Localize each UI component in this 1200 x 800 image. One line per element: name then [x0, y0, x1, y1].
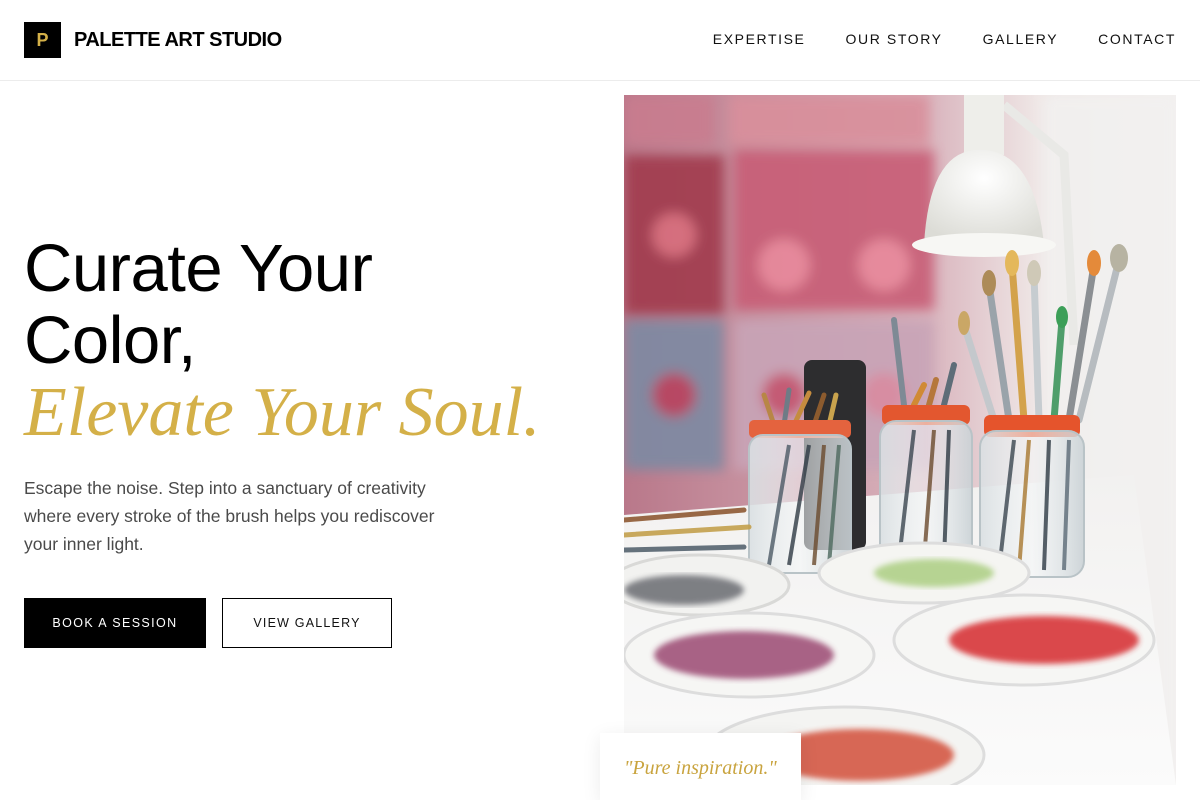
- hero-title-line-1: Curate Your: [24, 231, 373, 306]
- studio-photo-illustration: [624, 95, 1176, 785]
- hero-image: [624, 95, 1176, 785]
- nav-item-expertise[interactable]: EXPERTISE: [713, 31, 806, 47]
- nav-item-gallery[interactable]: GALLERY: [983, 31, 1059, 47]
- hero-description: Escape the noise. Step into a sanctuary …: [24, 478, 435, 554]
- hero-title-accent: Elevate Your Soul.: [24, 374, 541, 451]
- nav-item-our-story[interactable]: OUR STORY: [846, 31, 943, 47]
- book-session-button[interactable]: BOOK A SESSION: [24, 598, 206, 648]
- hero-title: Curate Your Color, Elevate Your Soul.: [24, 233, 604, 449]
- nav-item-contact[interactable]: CONTACT: [1098, 31, 1176, 47]
- logo-mark: P: [24, 22, 61, 58]
- site-header: P PALETTE ART STUDIO EXPERTISE OUR STORY…: [0, 0, 1200, 81]
- brand-name: PALETTE ART STUDIO: [74, 28, 282, 51]
- quote-card: "Pure inspiration.": [600, 733, 801, 800]
- main-nav: EXPERTISE OUR STORY GALLERY CONTACT: [713, 31, 1176, 47]
- brand-logo[interactable]: P PALETTE ART STUDIO: [24, 22, 282, 58]
- quote-text: "Pure inspiration.": [624, 757, 777, 779]
- view-gallery-button[interactable]: VIEW GALLERY: [222, 598, 392, 648]
- hero-title-line-2: Color,: [24, 303, 197, 378]
